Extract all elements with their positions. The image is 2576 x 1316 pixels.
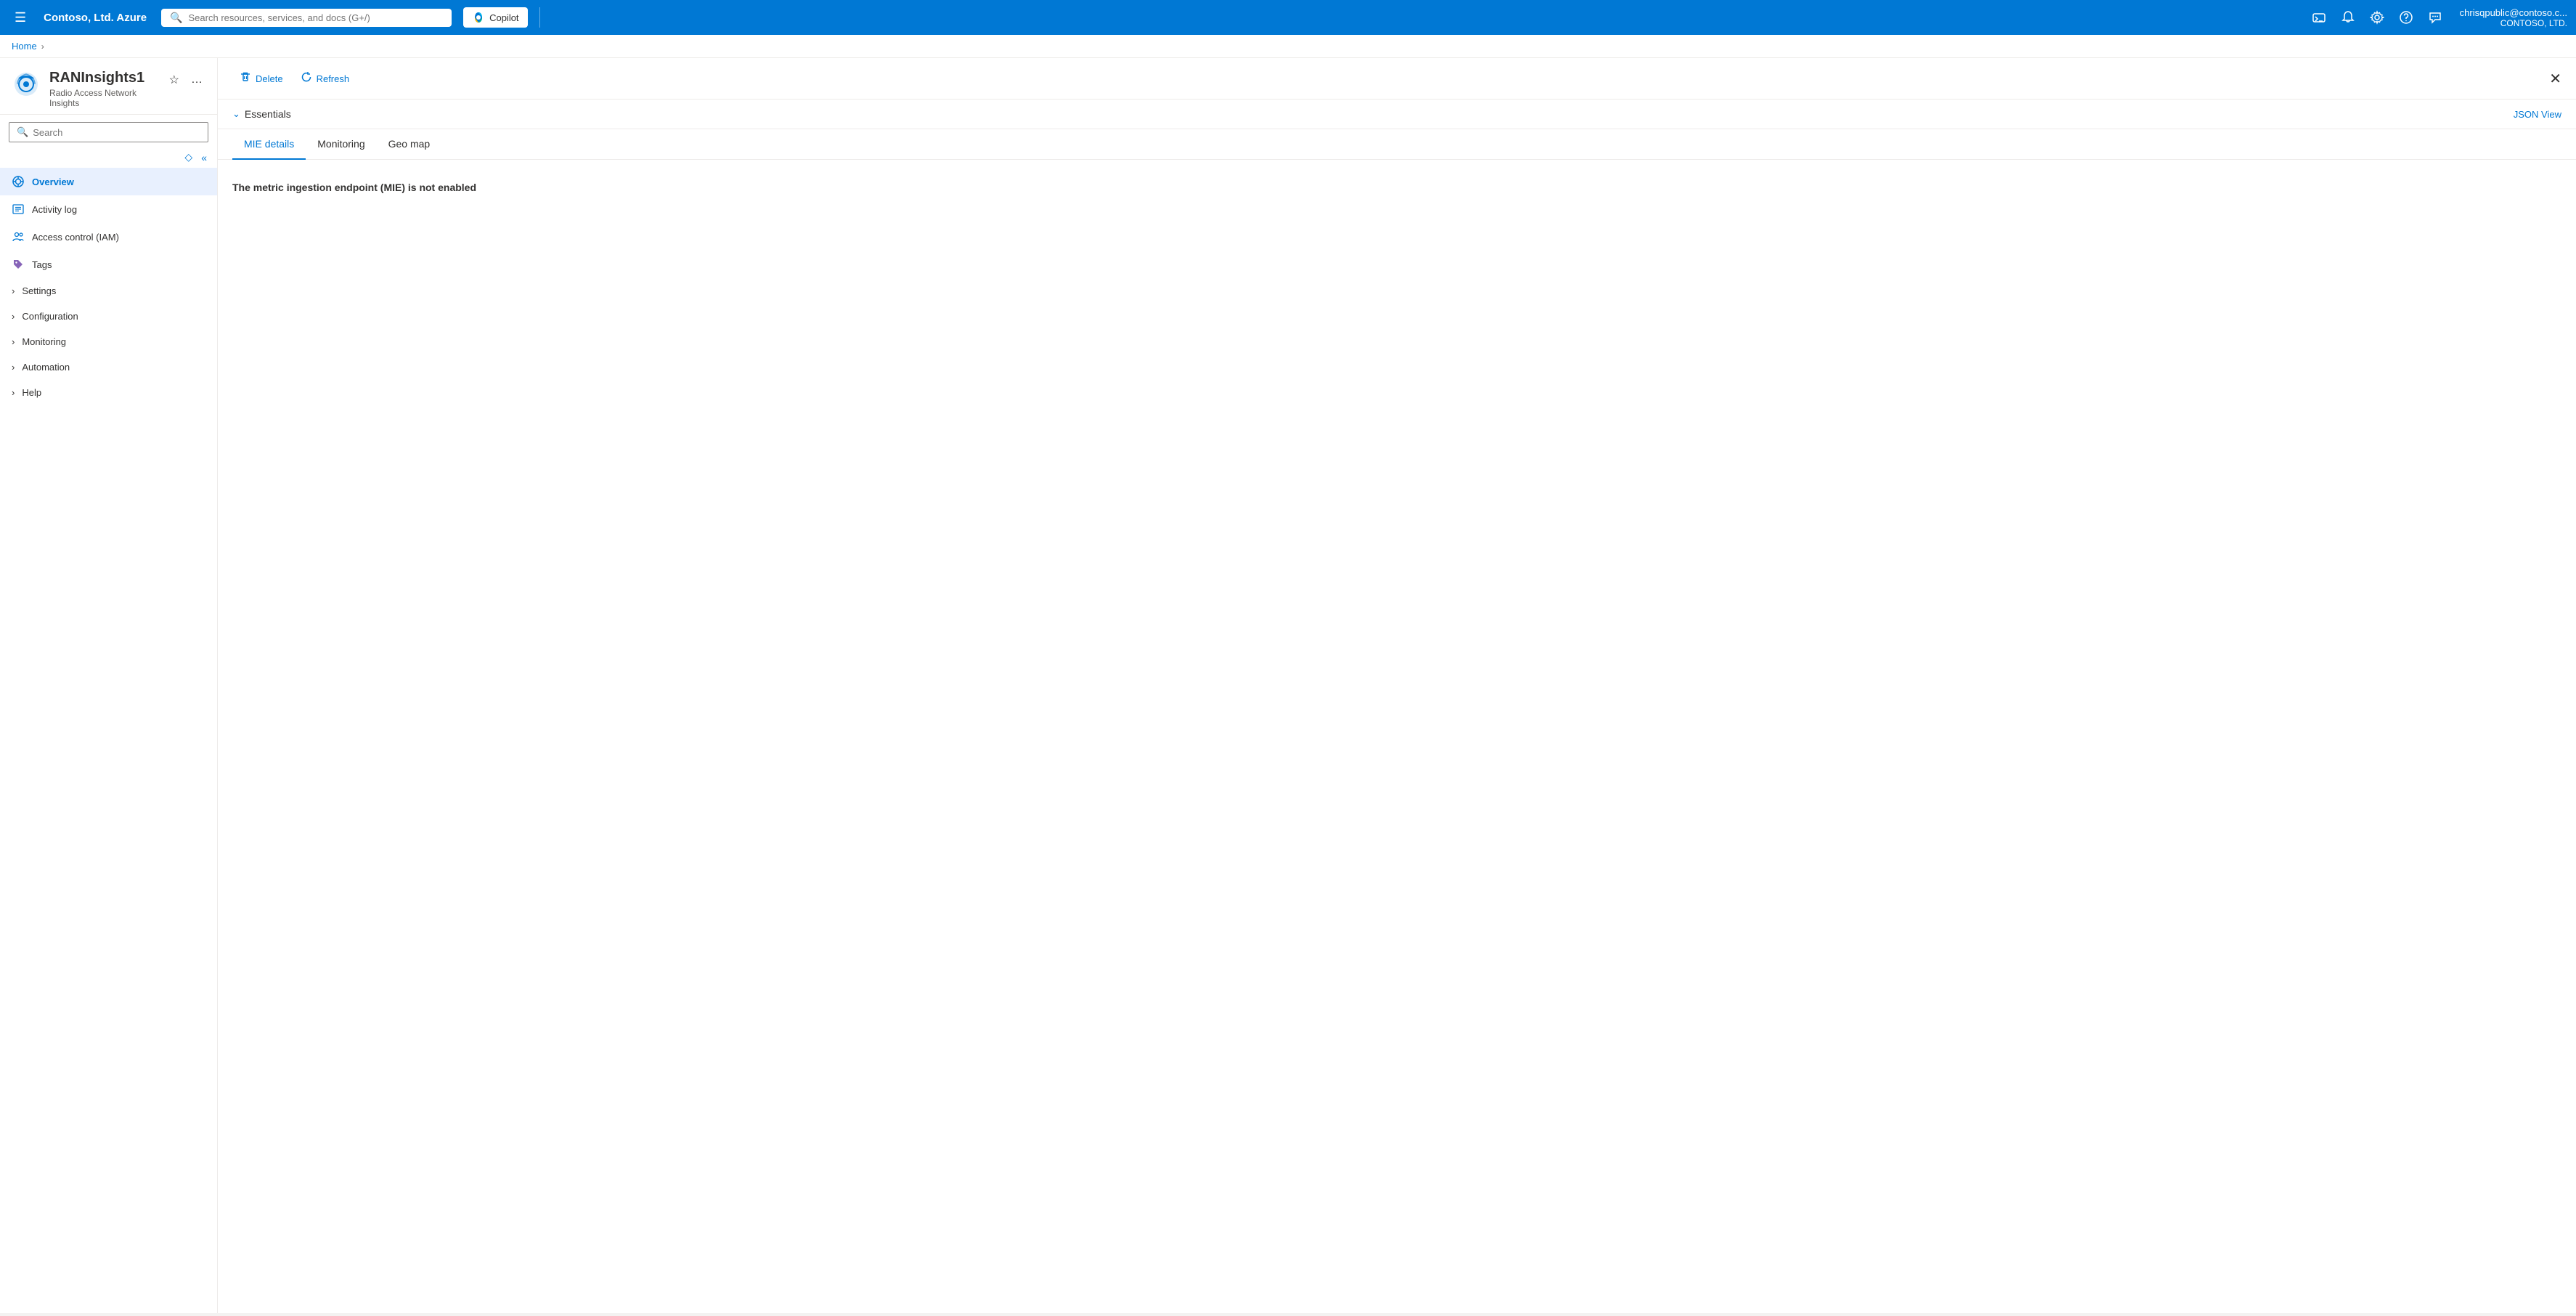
global-search-icon: 🔍: [170, 12, 182, 24]
help-icon: [2399, 10, 2413, 25]
sidebar-item-overview-label: Overview: [32, 176, 74, 187]
ran-insights-icon: [13, 71, 39, 97]
tab-mie-details[interactable]: MIE details: [232, 129, 306, 160]
username: chrisqpublic@contoso.c...: [2460, 7, 2567, 18]
resource-title-area: RANInsights1 Radio Access Network Insigh…: [49, 70, 158, 108]
access-control-icon: [12, 230, 25, 243]
global-search-input[interactable]: [189, 12, 444, 23]
settings-chevron-icon: ›: [12, 285, 15, 296]
sidebar-item-configuration-label: Configuration: [22, 311, 78, 322]
toolbar: Delete Refresh: [218, 58, 2576, 99]
feedback-icon: [2428, 10, 2442, 25]
sidebar-item-tags[interactable]: Tags: [0, 251, 217, 278]
tag-icon: [12, 259, 24, 270]
copilot-button[interactable]: Copilot: [463, 7, 527, 28]
more-options-button[interactable]: …: [188, 70, 205, 89]
sidebar-controls: ◇ «: [0, 150, 217, 168]
tab-geo-map[interactable]: Geo map: [377, 129, 442, 160]
delete-label: Delete: [256, 73, 283, 84]
content-body: The metric ingestion endpoint (MIE) is n…: [218, 160, 2576, 215]
sidebar-item-automation-label: Automation: [22, 362, 70, 373]
copilot-label: Copilot: [489, 12, 518, 23]
feedback-button[interactable]: [2422, 6, 2448, 29]
sidebar-item-tags-label: Tags: [32, 259, 52, 270]
sidebar-item-automation[interactable]: › Automation: [0, 354, 217, 380]
sidebar-item-configuration[interactable]: › Configuration: [0, 304, 217, 329]
sidebar-search-icon: 🔍: [17, 126, 28, 138]
global-search-bar: 🔍: [161, 9, 452, 27]
delete-button[interactable]: Delete: [232, 67, 290, 90]
copilot-icon: [472, 11, 485, 24]
people-icon: [12, 231, 24, 243]
top-nav: ☰ Contoso, Ltd. Azure 🔍 Copilot: [0, 0, 2576, 35]
json-view-link[interactable]: JSON View: [2514, 109, 2561, 120]
overview-icon: [12, 175, 25, 188]
user-info[interactable]: chrisqpublic@contoso.c... CONTOSO, LTD.: [2460, 7, 2567, 28]
nav-icons-group: [2306, 6, 2448, 29]
list-icon: [12, 203, 24, 215]
sidebar-item-activity-log-label: Activity log: [32, 204, 77, 215]
resource-subtitle: Radio Access Network Insights: [49, 88, 158, 108]
essentials-section: ⌄ Essentials JSON View: [218, 99, 2576, 129]
sidebar-search: 🔍: [9, 122, 208, 142]
grid-icon: [12, 176, 24, 187]
delete-icon: [240, 71, 251, 86]
activity-log-icon: [12, 203, 25, 216]
trash-icon: [240, 71, 251, 83]
cloud-shell-button[interactable]: [2306, 6, 2332, 29]
sidebar-item-help-label: Help: [22, 387, 41, 398]
sidebar-item-activity-log[interactable]: Activity log: [0, 195, 217, 223]
refresh-label: Refresh: [317, 73, 350, 84]
essentials-chevron-icon: ⌄: [232, 108, 240, 120]
breadcrumb: Home ›: [0, 35, 2576, 58]
sidebar-item-monitoring[interactable]: › Monitoring: [0, 329, 217, 354]
hamburger-menu[interactable]: ☰: [9, 6, 32, 30]
monitoring-chevron-icon: ›: [12, 336, 15, 347]
favorite-button[interactable]: ☆: [166, 70, 182, 90]
notifications-button[interactable]: [2335, 6, 2361, 29]
resource-actions: ☆ …: [166, 70, 205, 90]
essentials-label: Essentials: [245, 108, 291, 120]
help-button[interactable]: [2393, 6, 2419, 29]
refresh-button[interactable]: Refresh: [293, 67, 357, 90]
breadcrumb-separator: ›: [41, 41, 44, 52]
tags-icon: [12, 258, 25, 271]
refresh-svg-icon: [301, 71, 312, 83]
tab-monitoring[interactable]: Monitoring: [306, 129, 376, 160]
nav-list: Overview Activity log: [0, 168, 217, 405]
help-chevron-icon: ›: [12, 387, 15, 398]
mie-message: The metric ingestion endpoint (MIE) is n…: [232, 182, 2561, 193]
gear-icon: [2370, 10, 2384, 25]
settings-button[interactable]: [2364, 6, 2390, 29]
tabs-bar: MIE details Monitoring Geo map: [218, 129, 2576, 160]
sidebar-item-access-control[interactable]: Access control (IAM): [0, 223, 217, 251]
close-button[interactable]: ✕: [2543, 67, 2567, 91]
sidebar-pin-button[interactable]: ◇: [183, 150, 194, 165]
sidebar-item-access-control-label: Access control (IAM): [32, 232, 119, 243]
cloud-shell-icon: [2312, 10, 2326, 25]
automation-chevron-icon: ›: [12, 362, 15, 373]
sidebar-item-overview[interactable]: Overview: [0, 168, 217, 195]
nav-separator: [539, 7, 540, 28]
breadcrumb-home[interactable]: Home: [12, 41, 37, 52]
sidebar-collapse-button[interactable]: «: [200, 150, 208, 165]
sidebar-item-monitoring-label: Monitoring: [22, 336, 66, 347]
resource-icon: [12, 70, 41, 99]
sidebar-item-help[interactable]: › Help: [0, 380, 217, 405]
main-layout: RANInsights1 Radio Access Network Insigh…: [0, 58, 2576, 1313]
resource-title: RANInsights1: [49, 70, 158, 86]
bell-icon: [2341, 10, 2355, 25]
sidebar: RANInsights1 Radio Access Network Insigh…: [0, 58, 218, 1313]
content-area: ✕ Delete: [218, 58, 2576, 1313]
configuration-chevron-icon: ›: [12, 311, 15, 322]
brand-name: Contoso, Ltd. Azure: [44, 12, 147, 24]
essentials-title: ⌄ Essentials: [232, 108, 291, 120]
sidebar-search-input[interactable]: [33, 127, 200, 138]
refresh-icon: [301, 71, 312, 86]
essentials-header[interactable]: ⌄ Essentials JSON View: [232, 99, 2561, 129]
sidebar-item-settings[interactable]: › Settings: [0, 278, 217, 304]
sidebar-item-settings-label: Settings: [22, 285, 56, 296]
resource-header: RANInsights1 Radio Access Network Insigh…: [0, 58, 217, 115]
user-tenant: CONTOSO, LTD.: [2460, 18, 2567, 28]
